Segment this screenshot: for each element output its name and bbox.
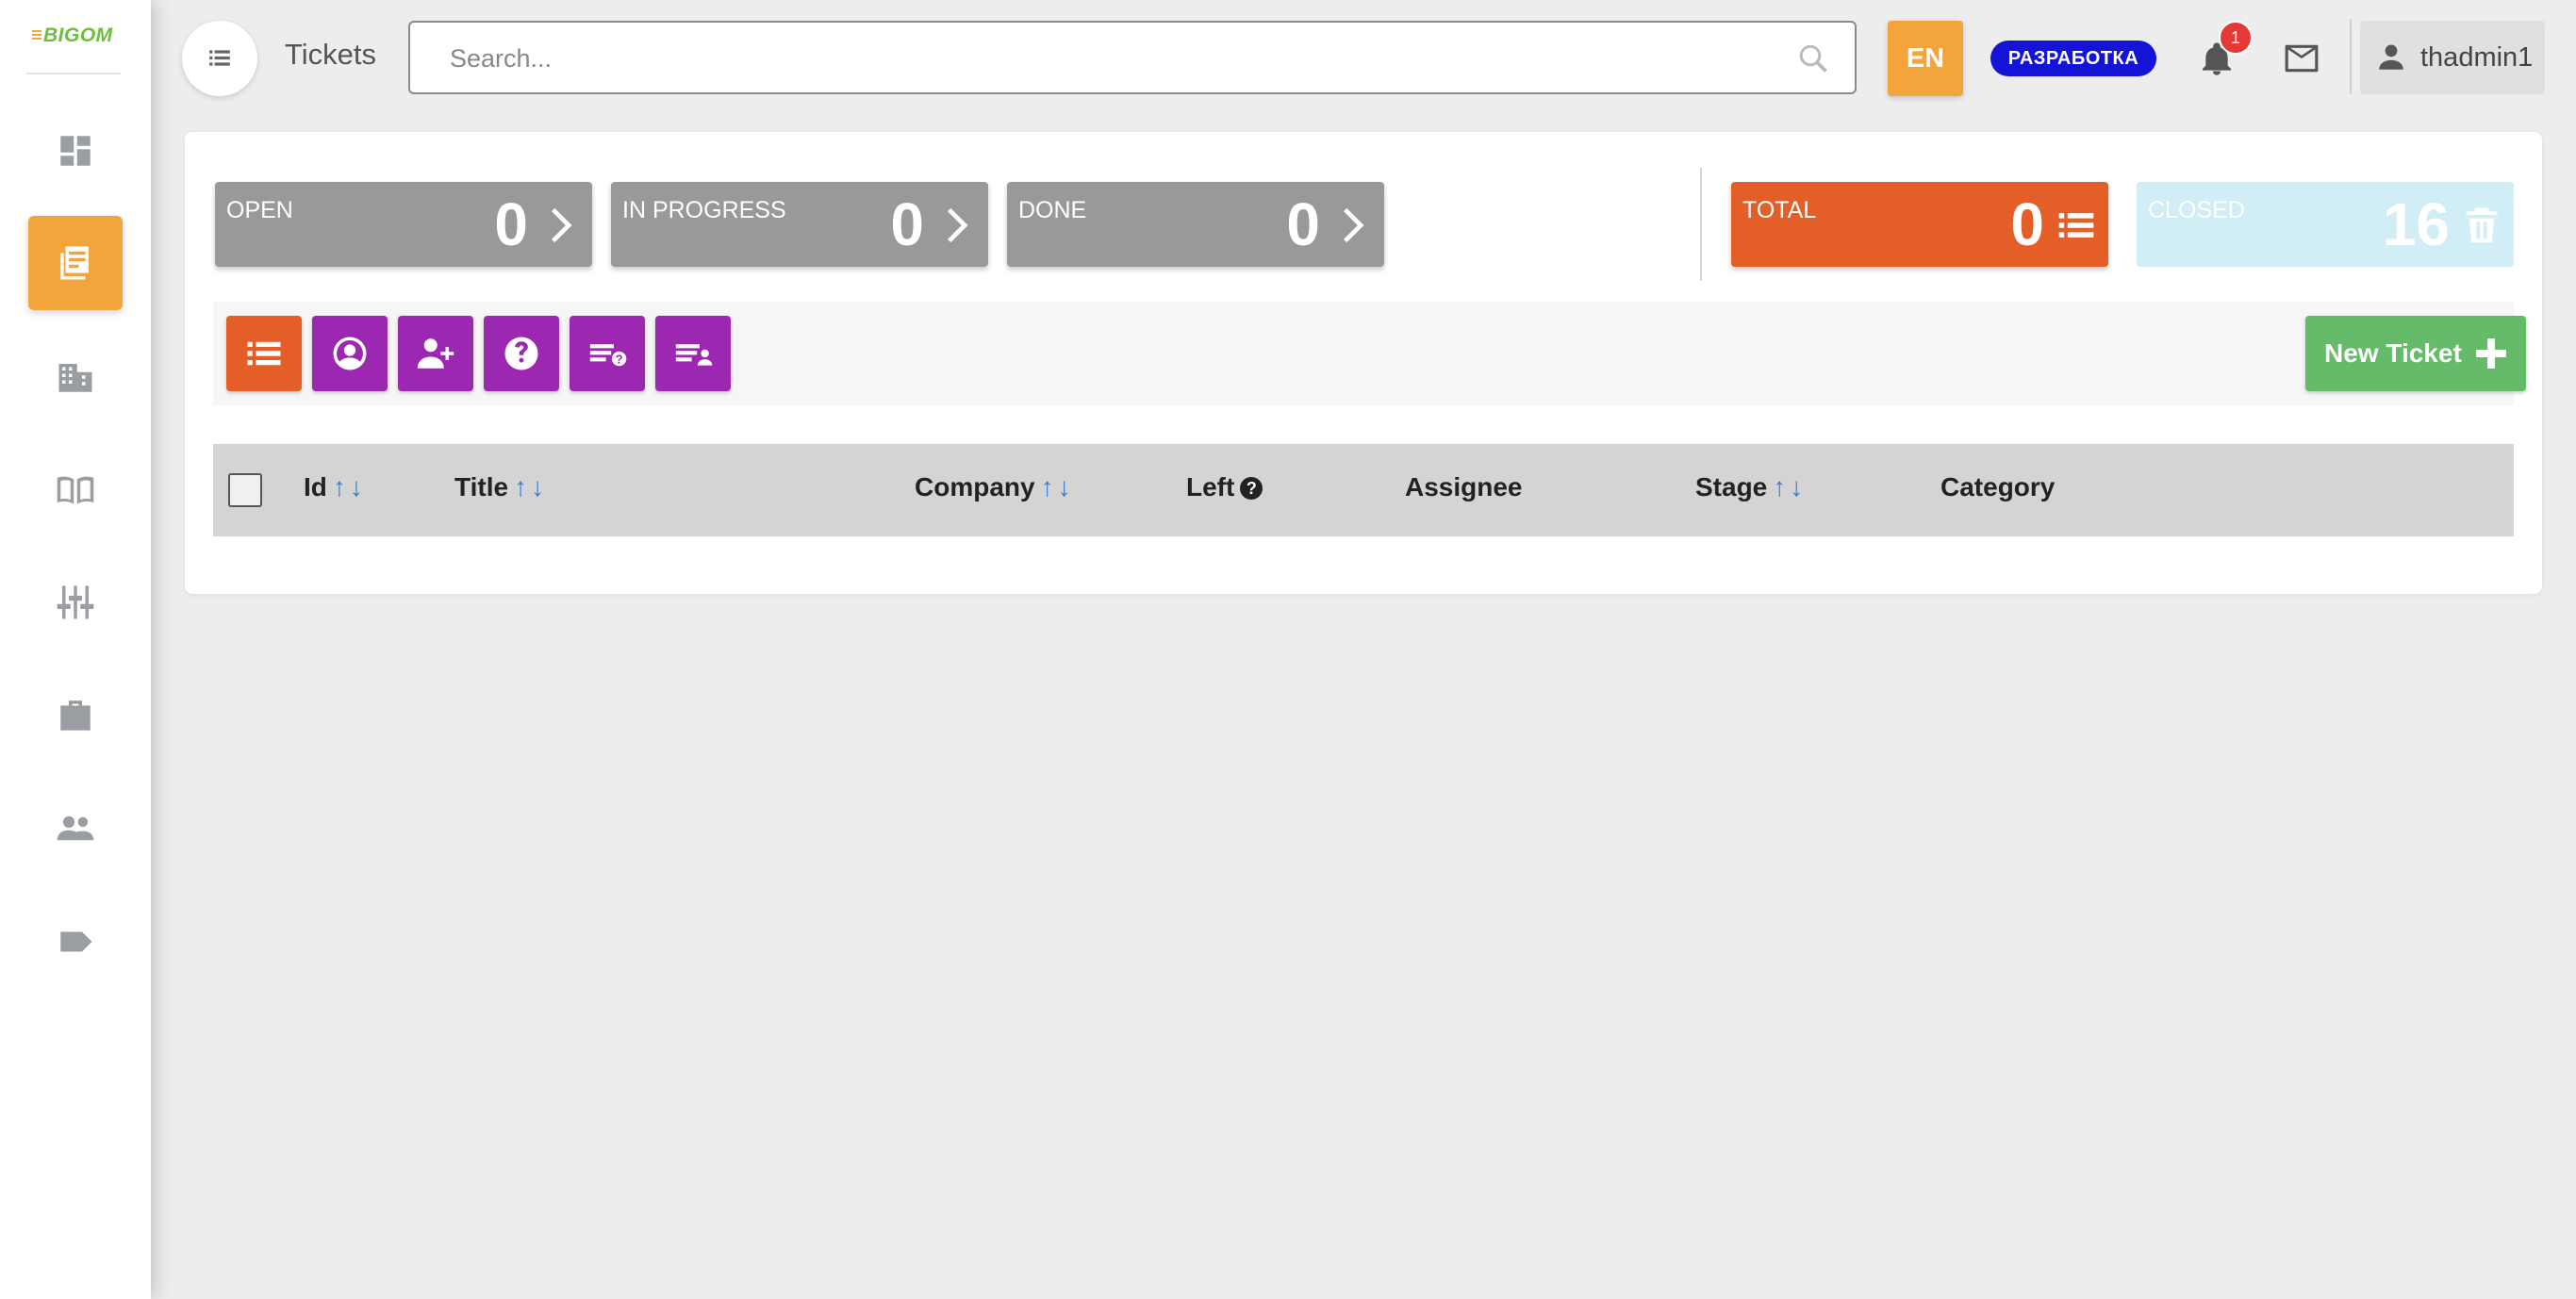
sort-arrows-icon[interactable]: ↑↓ [1041,472,1075,502]
tickets-icon [60,246,89,280]
filter-questions-button[interactable] [484,316,559,391]
sidebar-item-tags[interactable] [28,895,123,989]
logo-mark-icon [32,30,41,42]
tickets-panel: OPEN 0 IN PROGRESS 0 DONE 0 TOTAL 0 CLOS… [185,132,2542,594]
filter-toolbar: ? New Ticket [213,302,2526,405]
mail-icon [2285,44,2319,73]
username: thadmin1 [2420,41,2534,73]
stat-done[interactable]: DONE 0 [1007,182,1384,267]
user-plus-icon [417,338,454,369]
buildings-icon [58,364,92,392]
briefcase-icon [60,700,91,731]
tag-icon [60,931,92,952]
sidebar-item-knowledge[interactable] [28,442,123,536]
stat-open[interactable]: OPEN 0 [215,182,592,267]
filter-unanswered-button[interactable]: ? [570,316,645,391]
notification-count-badge: 1 [2219,21,2253,55]
sidebar-item-users[interactable] [28,781,123,876]
sidebar-item-settings[interactable] [28,555,123,650]
header-divider [2350,19,2352,94]
column-company-label: Company [915,472,1035,502]
users-icon [57,815,94,841]
stats-divider [1700,168,1702,281]
stat-closed[interactable]: CLOSED 16 [2137,182,2514,267]
sidebar-item-tickets[interactable] [28,216,123,310]
tickets-table-header: Id ↑↓ Title ↑↓ Company ↑↓ Left? Assignee St… [213,444,2514,536]
sliders-icon [57,585,94,619]
column-title-label: Title [454,472,509,502]
svg-text:?: ? [616,354,623,367]
user-circle-icon [333,337,367,370]
stat-done-value: 0 [1286,190,1320,258]
stat-in-progress-label: IN PROGRESS [622,197,786,223]
sort-arrows-icon[interactable]: ↑↓ [1773,472,1807,502]
column-category: Category [1940,472,2055,502]
search-icon[interactable] [1796,41,1830,75]
column-id-label: Id [304,472,327,502]
search-box [408,21,1857,94]
column-title[interactable]: Title ↑↓ [454,472,548,502]
messages-button[interactable] [2284,43,2320,74]
column-category-label: Category [1940,472,2056,502]
list-user-icon [675,344,713,366]
environment-badge: РАЗРАБОТКА [1990,41,2156,76]
question-circle-icon [504,337,538,370]
sidebar-item-dashboard[interactable] [28,104,123,198]
stat-total-value: 0 [2010,190,2044,258]
filter-all-button[interactable] [226,316,302,391]
stat-total[interactable]: TOTAL 0 [1731,182,2108,267]
filter-assigned-button[interactable] [655,316,731,391]
column-company[interactable]: Company ↑↓ [915,472,1075,502]
stat-closed-label: CLOSED [2148,197,2245,223]
new-ticket-button[interactable]: New Ticket [2305,316,2526,391]
plus-icon [2476,338,2506,369]
book-icon [57,476,94,504]
dashboard-icon [60,136,91,166]
person-icon [2379,44,2403,70]
list-icon [2058,213,2094,238]
chevron-right-icon [947,207,968,243]
column-stage-label: Stage [1695,472,1768,502]
user-menu-button[interactable]: thadmin1 [2360,21,2545,94]
menu-toggle-button[interactable] [182,21,257,96]
sidebar-item-companies[interactable] [28,330,123,424]
sidebar-item-projects[interactable] [28,668,123,763]
stat-open-value: 0 [494,190,528,258]
app-logo[interactable]: BIGOM [32,25,113,49]
select-all-checkbox[interactable] [228,473,262,507]
trash-icon [2466,207,2498,243]
stat-open-label: OPEN [226,197,293,223]
list-icon [209,50,230,66]
logo-divider [26,73,121,74]
sidebar: BIGOM [0,0,151,1299]
language-button[interactable]: EN [1888,21,1963,96]
column-assignee-label: Assignee [1405,472,1523,502]
stat-in-progress[interactable]: IN PROGRESS 0 [611,182,988,267]
new-ticket-label: New Ticket [2324,338,2462,368]
search-input[interactable] [448,23,1753,94]
logo-text: BIGOM [43,25,113,46]
column-left-label: Left [1186,472,1235,502]
filter-my-tickets-button[interactable] [312,316,388,391]
column-stage[interactable]: Stage ↑↓ [1695,472,1807,502]
column-id[interactable]: Id ↑↓ [304,472,367,502]
column-left: Left? [1186,472,1263,502]
chevron-right-icon [1343,207,1364,243]
sort-arrows-icon[interactable]: ↑↓ [333,472,367,502]
stat-in-progress-value: 0 [890,190,924,258]
sort-arrows-icon[interactable]: ↑↓ [514,472,548,502]
list-icon [247,341,281,366]
filter-assign-user-button[interactable] [398,316,473,391]
help-icon[interactable]: ? [1240,477,1263,500]
chevron-right-icon [551,207,572,243]
stat-closed-value: 16 [2382,190,2450,258]
stat-done-label: DONE [1018,197,1087,223]
list-question-icon: ? [589,344,627,367]
stat-total-label: TOTAL [1742,197,1817,223]
column-assignee: Assignee [1405,472,1523,502]
page-title: Tickets [285,38,377,71]
